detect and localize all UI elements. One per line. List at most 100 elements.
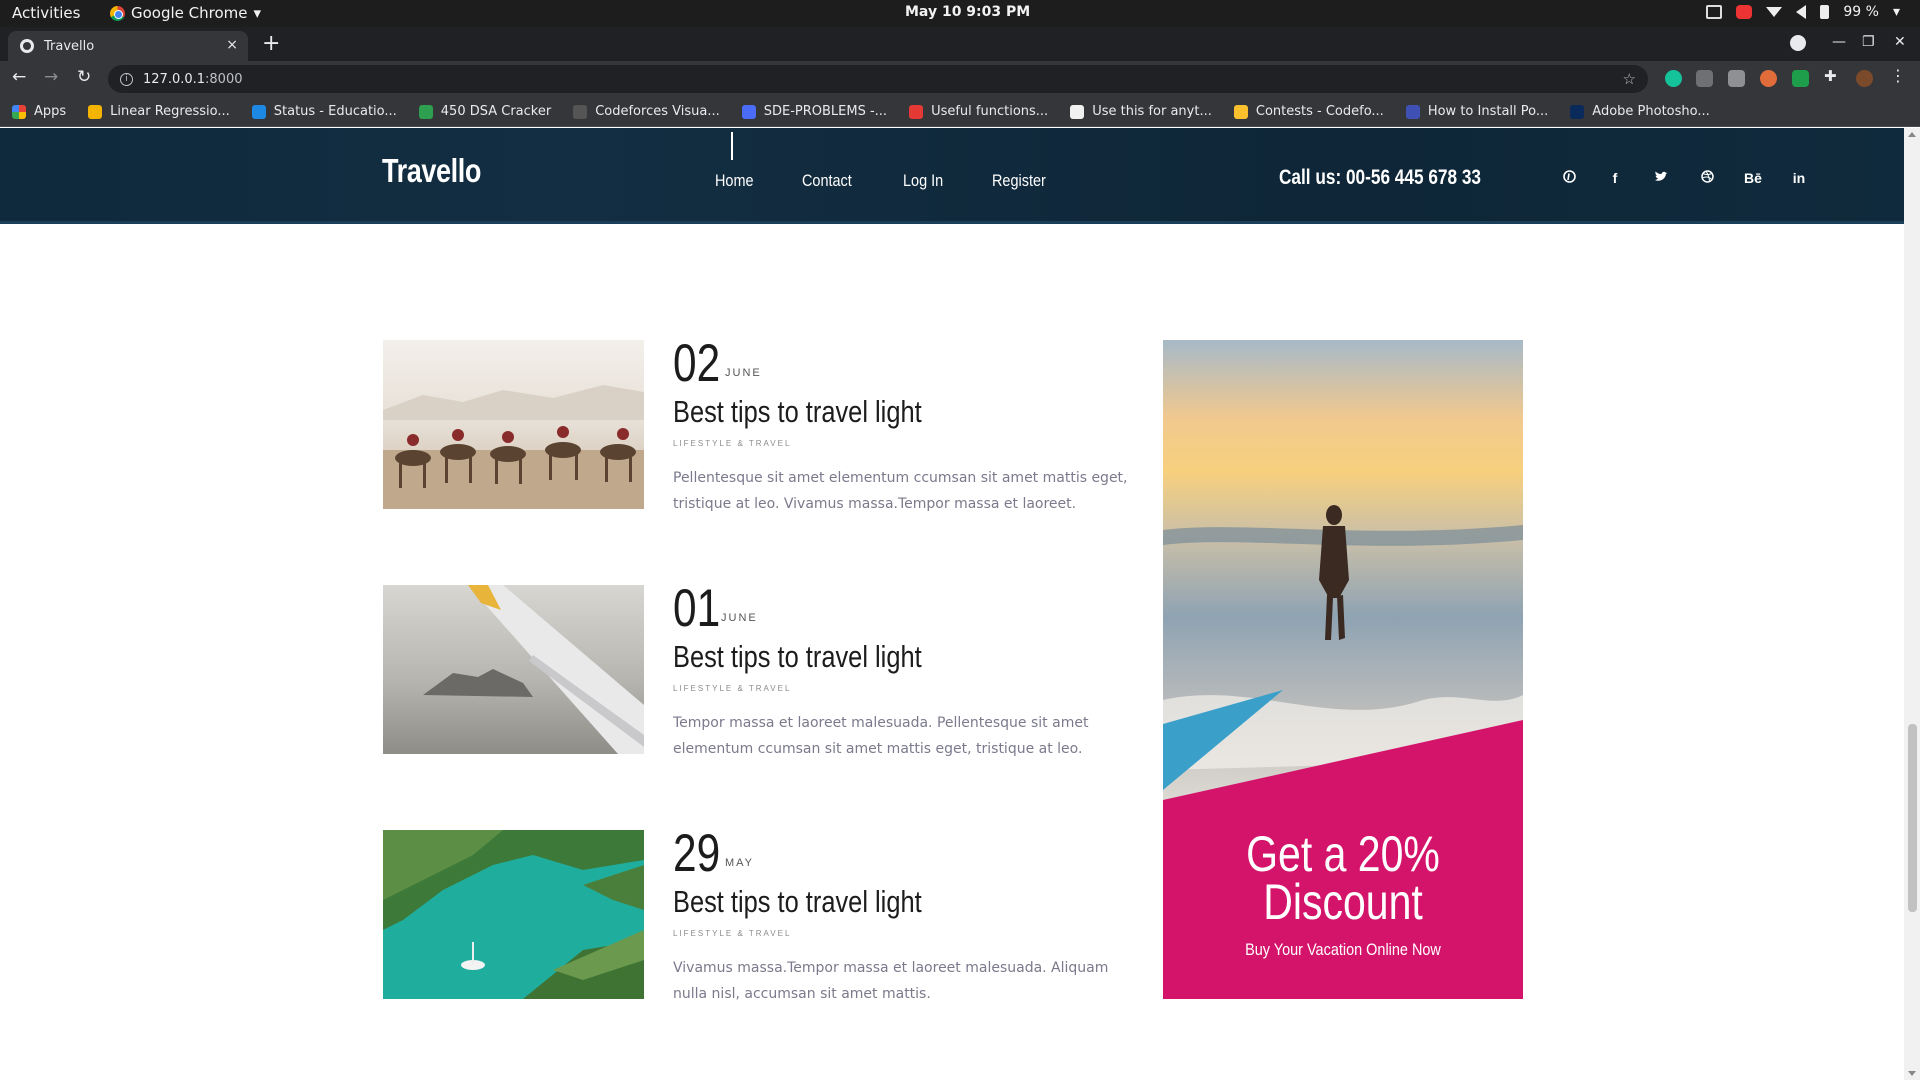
page-scrollbar[interactable] (1904, 128, 1920, 1080)
codeforces-favicon (909, 104, 924, 119)
chevron-down-icon[interactable]: ▾ (1893, 4, 1900, 20)
bookmark-item[interactable]: Adobe Photosho... (1570, 104, 1710, 119)
restore-icon[interactable]: ❐ (1862, 34, 1875, 50)
linear-regression-favicon (88, 104, 103, 119)
dsa-cracker-favicon (418, 104, 433, 119)
activities-button[interactable]: Activities (12, 4, 80, 22)
nav-home[interactable]: Home (715, 171, 754, 191)
volume-icon[interactable] (1796, 5, 1807, 19)
main-nav: Home Contact Log In Register (715, 171, 1098, 191)
post-title[interactable]: Best tips to travel light (673, 884, 922, 920)
tab-search-icon[interactable] (1790, 35, 1806, 51)
promo-subtitle: Buy Your Vacation Online Now (1245, 940, 1441, 959)
pinterest-icon[interactable] (1546, 170, 1592, 186)
social-links: f Bē in (1546, 170, 1822, 186)
desert-camels-photo[interactable] (383, 340, 644, 509)
bookmark-item[interactable]: Useful functions... (909, 104, 1048, 119)
speed-extension-icon[interactable] (1792, 70, 1809, 87)
bookmark-label: Useful functions... (931, 104, 1049, 119)
post-tags[interactable]: LIFESTYLE & TRAVEL (673, 684, 791, 693)
coast-boat-photo[interactable] (383, 830, 644, 999)
grammarly-icon[interactable] (1665, 70, 1682, 87)
post-day: 02 (673, 334, 721, 393)
bookmark-item[interactable]: Status - Educatio... (251, 104, 397, 119)
nav-contact[interactable]: Contact (802, 171, 852, 191)
clock[interactable]: May 10 9:03 PM (905, 4, 1030, 20)
codeforces-favicon (251, 104, 266, 119)
scroll-up-arrow-icon[interactable] (1908, 132, 1916, 137)
linkedin-icon[interactable]: in (1776, 170, 1822, 186)
bookmark-item[interactable]: Apps (12, 104, 66, 119)
blog-post: 29 MAY Best tips to travel light LIFESTY… (383, 824, 1133, 1002)
bookmark-item[interactable]: 450 DSA Cracker (418, 104, 551, 119)
globe-icon (20, 39, 34, 53)
wifi-icon[interactable] (1766, 7, 1783, 17)
battery-icon[interactable] (1820, 5, 1830, 19)
bookmark-star-icon[interactable]: ☆ (1623, 70, 1636, 88)
post-excerpt: Tempor massa et laoreet malesuada. Pelle… (673, 715, 1089, 757)
bookmark-label: Use this for anyt... (1092, 104, 1212, 119)
app-menu[interactable]: Google Chrome ▾ (110, 4, 261, 22)
camera-icon[interactable] (1728, 70, 1745, 87)
scroll-down-arrow-icon[interactable] (1908, 1071, 1916, 1076)
extension-icon[interactable] (1760, 70, 1777, 87)
record-icon[interactable] (1736, 5, 1753, 19)
forward-icon[interactable]: → (44, 67, 58, 87)
behance-icon[interactable]: Bē (1730, 170, 1776, 186)
close-tab-icon[interactable]: × (226, 37, 238, 53)
nav-register[interactable]: Register (992, 171, 1046, 191)
post-tags[interactable]: LIFESTYLE & TRAVEL (673, 439, 791, 448)
system-tray[interactable]: 99 % ▾ (1706, 4, 1900, 20)
bookmark-item[interactable]: Contests - Codefo... (1233, 104, 1384, 119)
bookmark-item[interactable]: How to Install Po... (1405, 104, 1548, 119)
bookmark-item[interactable]: Linear Regressio... (88, 104, 230, 119)
reload-icon[interactable]: ↻ (77, 67, 91, 87)
post-day: 01 (673, 579, 721, 638)
site-logo[interactable]: Travello (382, 152, 481, 190)
puzzle-icon[interactable]: ✚ (1824, 67, 1841, 85)
bookmark-label: Adobe Photosho... (1592, 104, 1710, 119)
post-month: JUNE (725, 367, 762, 379)
call-us-phone: Call us: 00-56 445 678 33 (1279, 166, 1482, 189)
avatar[interactable] (1856, 70, 1873, 87)
new-tab-button[interactable]: + (262, 32, 280, 56)
nav-login[interactable]: Log In (903, 171, 943, 191)
address-bar[interactable]: i 127.0.0.1 :8000 ☆ (108, 65, 1648, 93)
docs-favicon (741, 104, 756, 119)
twitter-icon[interactable] (1638, 170, 1684, 186)
back-icon[interactable]: ← (12, 67, 26, 87)
tab-travello[interactable]: Travello × (8, 31, 248, 61)
post-tags[interactable]: LIFESTYLE & TRAVEL (673, 929, 791, 938)
app-name: Google Chrome (131, 4, 248, 22)
menu-dots-icon[interactable]: ⋮ (1890, 66, 1907, 85)
photoshop-favicon (1570, 104, 1585, 119)
close-window-icon[interactable]: ✕ (1894, 34, 1906, 50)
chevron-down-icon: ▾ (253, 4, 262, 22)
tab-title: Travello (44, 38, 95, 54)
bookmark-label: SDE-PROBLEMS -... (763, 104, 888, 119)
extension-copy-icon[interactable] (1696, 70, 1713, 87)
bookmark-label: Codeforces Visua... (595, 104, 720, 119)
tab-strip: Travello × + — ❐ ✕ (0, 27, 1920, 61)
bookmark-item[interactable]: SDE-PROBLEMS -... (741, 104, 888, 119)
site-header: Travello Home Contact Log In Register Ca… (0, 128, 1904, 224)
minimize-icon[interactable]: — (1832, 34, 1846, 50)
post-month: JUNE (721, 612, 758, 624)
bookmark-item[interactable]: Codeforces Visua... (573, 104, 720, 119)
post-day: 29 (673, 824, 721, 883)
scroll-thumb[interactable] (1908, 724, 1917, 912)
screen-icon[interactable] (1706, 5, 1723, 19)
facebook-icon[interactable]: f (1592, 170, 1638, 186)
post-month: MAY (725, 857, 755, 869)
discount-banner[interactable]: Get a 20% Discount Buy Your Vacation Onl… (1163, 340, 1523, 999)
post-title[interactable]: Best tips to travel light (673, 639, 922, 675)
system-top-bar: Activities Google Chrome ▾ May 10 9:03 P… (0, 0, 1920, 27)
bookmarks-bar: Apps Linear Regressio... Status - Educatio… (0, 97, 1920, 127)
bookmark-item[interactable]: Use this for anyt... (1070, 104, 1212, 119)
post-title[interactable]: Best tips to travel light (673, 394, 922, 430)
site-info-icon[interactable]: i (120, 72, 133, 86)
blog-post: 02 JUNE Best tips to travel light LIFEST… (383, 334, 1133, 512)
dribbble-icon[interactable] (1684, 170, 1730, 186)
airplane-wing-photo[interactable] (383, 585, 644, 754)
bookmark-label: Contests - Codefo... (1255, 104, 1384, 119)
